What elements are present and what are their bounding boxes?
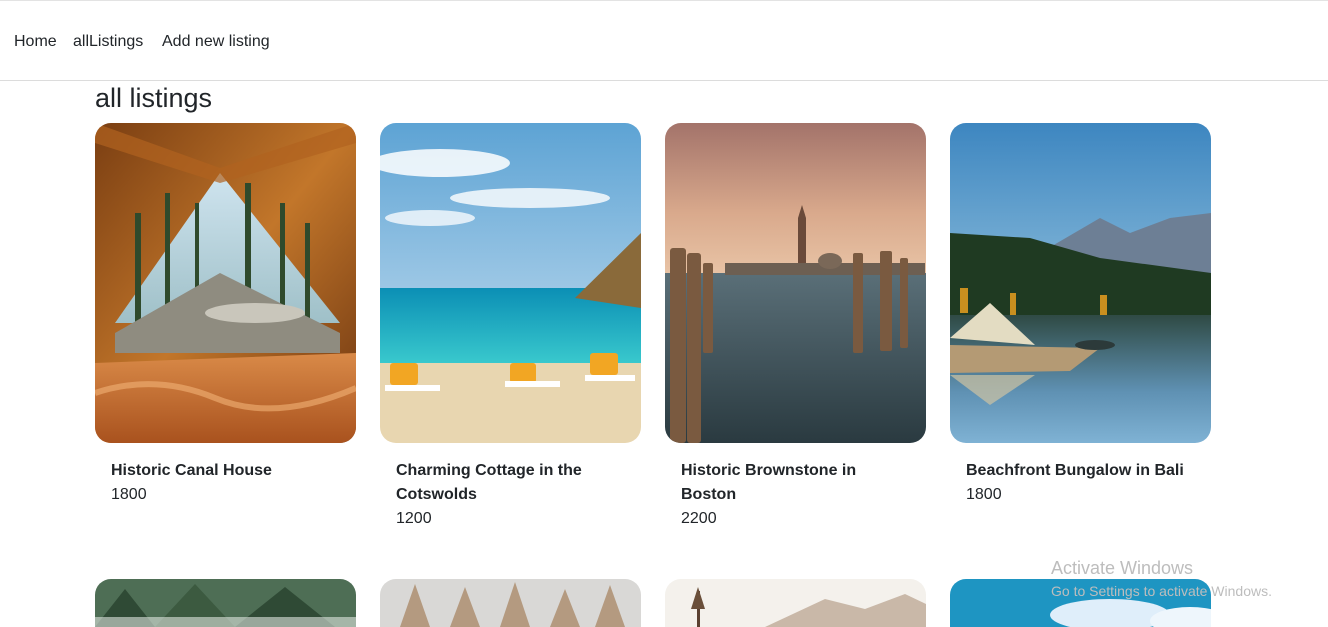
listing-card[interactable]: Charming Cottage in the Cotswolds 1200 [380, 123, 641, 531]
watermark-title: Activate Windows [1051, 558, 1194, 578]
listing-title[interactable]: Historic Brownstone in Boston [681, 459, 910, 507]
page-title: all listings [95, 83, 213, 113]
navbar: Home allListings Add new listing [0, 0, 1328, 81]
listing-price: 1800 [966, 486, 1002, 503]
nav-home-link[interactable]: Home [14, 32, 57, 51]
listing-card[interactable]: Historic Canal House 1800 [95, 123, 356, 507]
listing-image-beach[interactable] [380, 123, 641, 443]
listing-card[interactable]: Beachfront Bungalow in Bali 1800 [950, 123, 1211, 507]
listing-image-misty-mountains[interactable] [665, 579, 926, 627]
listing-image-pine-forest[interactable] [95, 579, 356, 627]
nav-add-new-listing-link[interactable]: Add new listing [162, 32, 270, 51]
listing-image-tent-forest[interactable] [95, 123, 356, 443]
listing-card[interactable]: Historic Brownstone in Boston 2200 [665, 123, 926, 531]
listing-image-venice[interactable] [665, 123, 926, 443]
listing-image-lake-tent[interactable] [950, 123, 1211, 443]
listing-title[interactable]: Charming Cottage in the Cotswolds [396, 459, 625, 507]
nav-all-listings-link[interactable]: allListings [73, 32, 143, 51]
listing-price: 1200 [396, 510, 432, 527]
listing-image-snowy-forest[interactable] [380, 579, 641, 627]
listing-price: 1800 [111, 486, 147, 503]
listing-title[interactable]: Beachfront Bungalow in Bali [966, 459, 1195, 483]
listing-price: 2200 [681, 510, 717, 527]
listing-title[interactable]: Historic Canal House [111, 459, 340, 483]
listing-image-blue-sky[interactable] [950, 579, 1211, 627]
